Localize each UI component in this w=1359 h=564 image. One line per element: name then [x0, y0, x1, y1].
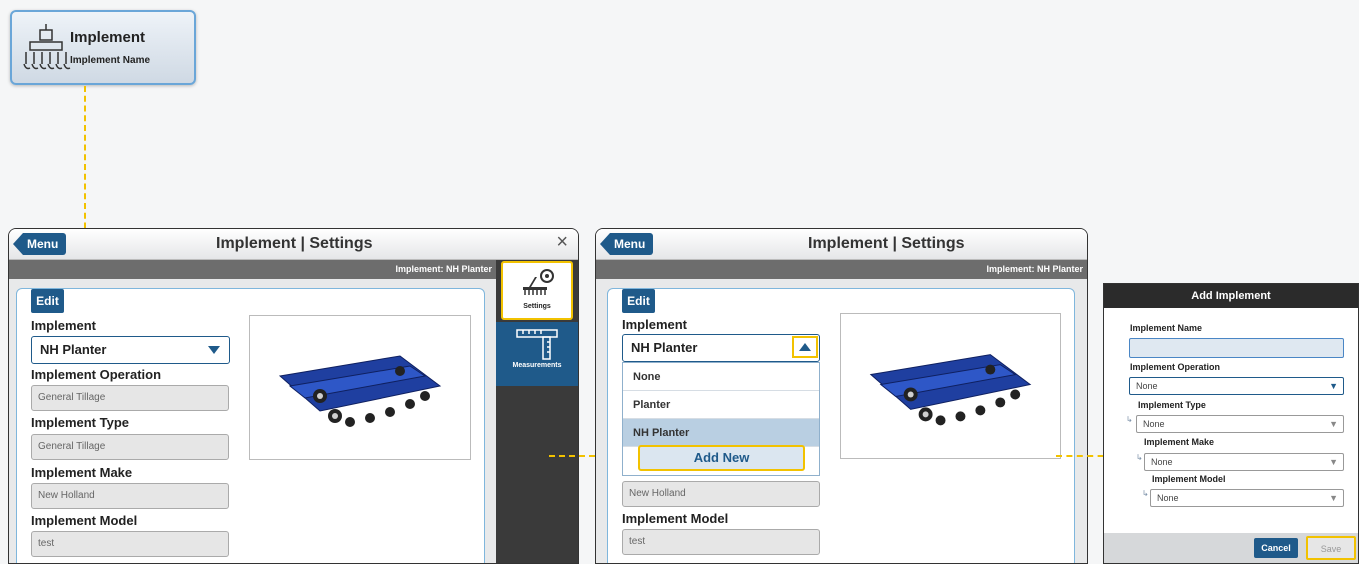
implement-operation-select[interactable]: None ▼ [1129, 377, 1344, 395]
ruler-icon [516, 329, 558, 360]
connector-line [84, 86, 86, 248]
implement-type-value: None [1143, 419, 1165, 429]
implement-label: Implement [622, 317, 688, 332]
make-field: New Holland [622, 481, 820, 507]
planter-image [278, 355, 442, 427]
implement-select[interactable]: NH Planter [31, 336, 230, 364]
settings-gear-icon [523, 269, 554, 295]
model-label: Implement Model [622, 511, 729, 526]
hierarchy-indicator-icon: ↳ [1136, 453, 1143, 462]
implement-tile[interactable]: Implement Implement Name [10, 10, 196, 85]
implement-label: Implement [31, 318, 97, 333]
type-label: Implement Type [31, 415, 130, 430]
tile-title: Implement [70, 29, 146, 46]
dropdown-option-nh-planter[interactable]: NH Planter [623, 419, 819, 447]
implement-image [840, 313, 1061, 459]
window-title: Implement | Settings [808, 235, 965, 252]
add-implement-dialog: Add Implement Implement Name Implement O… [1103, 283, 1359, 564]
window-title: Implement | Settings [216, 235, 373, 252]
title-bar: Menu Implement | Settings [596, 229, 1087, 260]
nav-sidebar: Settings Measurements [496, 260, 578, 563]
implement-operation-label: Implement Operation [1130, 362, 1221, 372]
menu-button[interactable]: Menu [13, 233, 67, 255]
implement-model-select[interactable]: None ▼ [1150, 489, 1344, 507]
model-field: test [31, 531, 229, 557]
implement-make-value: None [1151, 457, 1173, 467]
settings-window-1: Menu Implement | Settings × Implement: N… [8, 228, 579, 564]
implement-operation-value: None [1136, 381, 1158, 391]
implement-make-label: Implement Make [1144, 437, 1215, 447]
implement-type-label: Implement Type [1138, 400, 1206, 410]
chevron-down-icon [199, 337, 229, 363]
type-field: General Tillage [31, 434, 229, 460]
model-label: Implement Model [31, 513, 138, 528]
nav-measurements-label: Measurements [512, 362, 562, 369]
implement-icon [23, 24, 71, 70]
nav-settings-button[interactable]: Settings [501, 261, 573, 320]
chevron-down-icon: ▼ [1329, 493, 1338, 503]
dialog-footer: Cancel Save [1104, 533, 1358, 563]
title-bar: Menu Implement | Settings × [9, 229, 578, 260]
dialog-title: Add Implement [1104, 284, 1358, 308]
save-button[interactable]: Save [1306, 536, 1356, 560]
tile-subtitle: Implement Name [70, 55, 151, 66]
implement-model-value: None [1157, 493, 1179, 503]
operation-field: General Tillage [31, 385, 229, 411]
implement-make-select[interactable]: None ▼ [1144, 453, 1344, 471]
nav-measurements-button[interactable]: Measurements [496, 322, 578, 386]
hierarchy-indicator-icon: ↳ [1142, 489, 1149, 498]
add-new-button[interactable]: Add New [638, 445, 805, 471]
make-field: New Holland [31, 483, 229, 509]
implement-select-value: NH Planter [631, 340, 698, 355]
implement-select-value: NH Planter [40, 342, 107, 357]
chevron-up-icon [792, 336, 818, 358]
implement-name-input[interactable] [1129, 338, 1344, 358]
implement-type-select[interactable]: None ▼ [1136, 415, 1344, 433]
settings-window-2: Menu Implement | Settings Implement: NH … [595, 228, 1088, 564]
chevron-down-icon: ▼ [1329, 457, 1338, 467]
dropdown-option-planter[interactable]: Planter [623, 391, 819, 419]
close-icon[interactable]: × [556, 231, 568, 254]
planter-image [869, 354, 1032, 426]
dropdown-option-none[interactable]: None [623, 363, 819, 391]
hierarchy-indicator-icon: ↳ [1126, 415, 1133, 424]
cancel-button[interactable]: Cancel [1254, 538, 1298, 558]
current-implement-bar: Implement: NH Planter [9, 260, 498, 279]
implement-select-open[interactable]: NH Planter [622, 334, 820, 362]
chevron-down-icon: ▼ [1329, 419, 1338, 429]
chevron-down-icon: ▼ [1329, 381, 1338, 391]
implement-image [249, 315, 471, 460]
menu-button[interactable]: Menu [600, 233, 654, 255]
edit-button[interactable]: Edit [31, 289, 64, 313]
implement-model-label: Implement Model [1152, 474, 1226, 484]
edit-button[interactable]: Edit [622, 289, 655, 313]
operation-label: Implement Operation [31, 367, 162, 382]
implement-name-label: Implement Name [1130, 323, 1203, 333]
current-implement-bar: Implement: NH Planter [596, 260, 1087, 279]
make-label: Implement Make [31, 465, 133, 480]
nav-settings-label: Settings [523, 303, 551, 310]
model-field: test [622, 529, 820, 555]
